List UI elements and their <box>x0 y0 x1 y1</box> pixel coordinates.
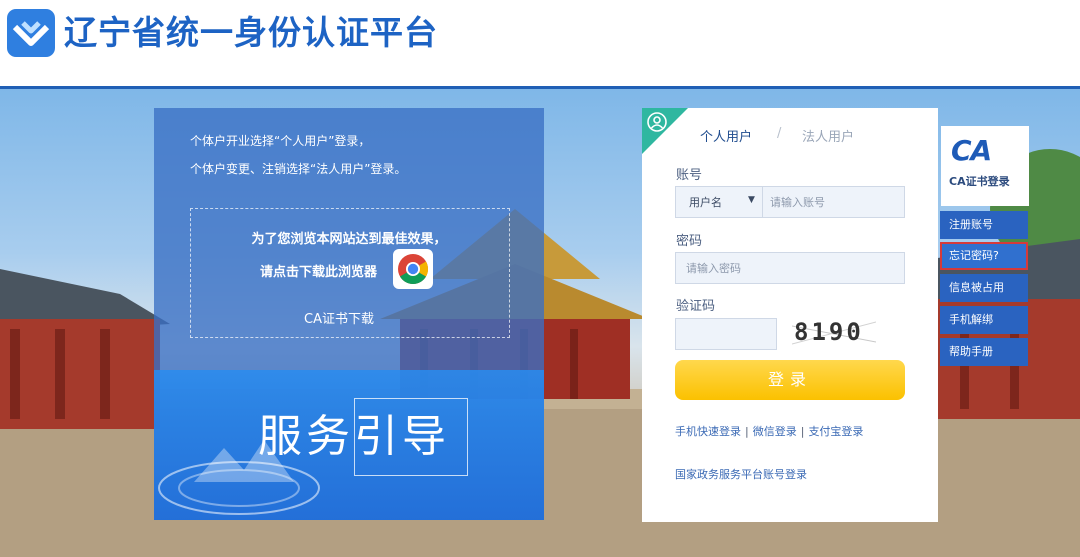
account-label: 账号 <box>676 168 703 183</box>
ca-certificate-login[interactable]: CA CA证书登录 <box>941 126 1029 206</box>
service-guide-title[interactable]: 服务引导 <box>258 409 450 465</box>
wechat-login-link[interactable]: 微信登录 <box>753 425 797 438</box>
login-panel: 个人用户 / 法人用户 账号 用户名 ▼ 请输入账号 密码 请输入密码 验证码 … <box>642 108 938 522</box>
captcha-image[interactable]: 8190 <box>794 318 864 346</box>
password-field[interactable]: 请输入密码 <box>675 252 905 284</box>
user-type-select[interactable]: 用户名 ▼ <box>676 187 763 217</box>
captcha-label: 验证码 <box>676 299 716 314</box>
ca-logo: CA <box>951 134 992 167</box>
tab-legal-user[interactable]: 法人用户 <box>802 126 854 145</box>
account-field: 用户名 ▼ 请输入账号 <box>675 186 905 218</box>
ca-login-label: CA证书登录 <box>949 175 1010 188</box>
password-label: 密码 <box>676 234 703 249</box>
quick-login-links: 手机快速登录 | 微信登录 | 支付宝登录 <box>675 425 864 438</box>
chrome-browser-icon[interactable] <box>393 249 433 289</box>
service-guide-panel: 个体户开业选择“个人用户”登录， 个体户变更、注销选择“法人用户”登录。 为了您… <box>154 108 544 520</box>
help-manual-button[interactable]: 帮助手册 <box>940 338 1028 366</box>
site-title: 辽宁省统一身份认证平台 <box>64 13 438 52</box>
info-occupied-button[interactable]: 信息被占用 <box>940 274 1028 302</box>
chevron-down-icon: ▼ <box>748 195 755 205</box>
guide-note-open: 个体户开业选择“个人用户”登录， <box>190 134 371 148</box>
password-input[interactable]: 请输入密码 <box>686 260 741 276</box>
browser-download-text: 请点击下载此浏览器 <box>260 265 378 280</box>
guide-note-change: 个体户变更、注销选择“法人用户”登录。 <box>190 162 407 176</box>
user-type-value: 用户名 <box>689 196 722 209</box>
captcha-input[interactable] <box>675 318 777 350</box>
ca-download-link[interactable]: CA证书下载 <box>304 308 374 327</box>
tab-separator: / <box>777 126 782 141</box>
national-platform-login-link[interactable]: 国家政务服务平台账号登录 <box>675 466 807 482</box>
browser-tip-text: 为了您浏览本网站达到最佳效果， <box>251 232 447 247</box>
register-account-button[interactable]: 注册账号 <box>940 211 1028 239</box>
phone-login-link[interactable]: 手机快速登录 <box>675 425 741 438</box>
forgot-password-button[interactable]: 忘记密码? <box>940 242 1028 270</box>
tab-personal-user[interactable]: 个人用户 <box>700 126 752 145</box>
phone-unbind-button[interactable]: 手机解绑 <box>940 306 1028 334</box>
site-header: 辽宁省统一身份认证平台 <box>0 0 1080 86</box>
user-icon <box>647 112 667 132</box>
logo-icon <box>7 9 55 57</box>
login-button[interactable]: 登录 <box>675 360 905 400</box>
alipay-login-link[interactable]: 支付宝登录 <box>808 425 863 438</box>
account-input[interactable]: 请输入账号 <box>770 194 825 210</box>
